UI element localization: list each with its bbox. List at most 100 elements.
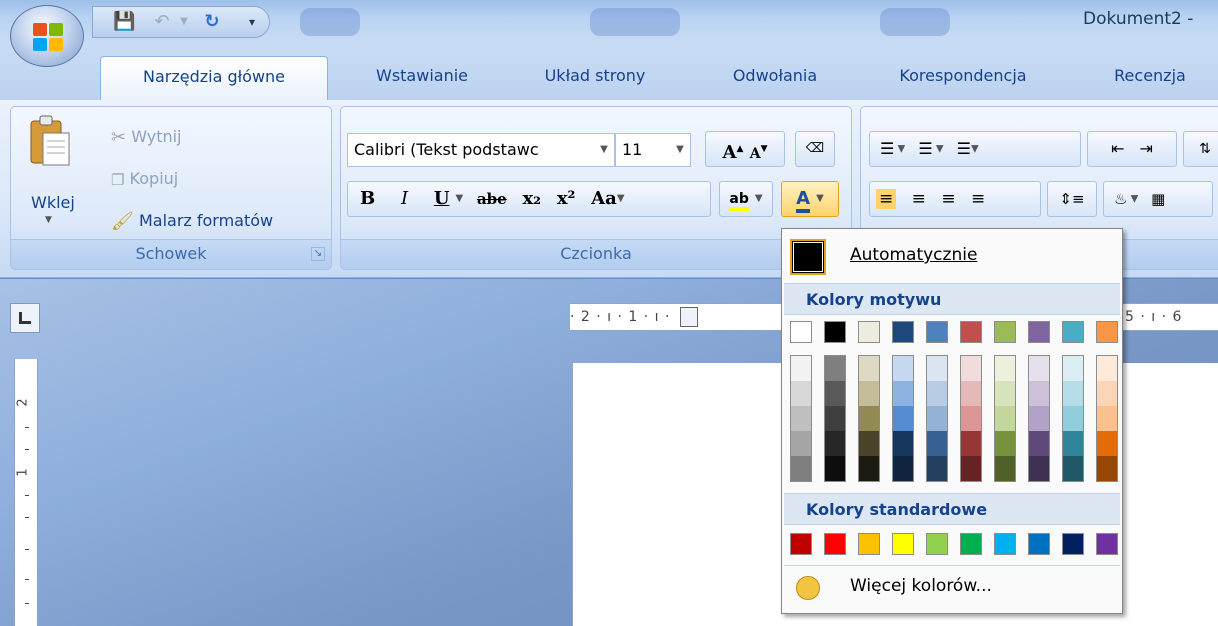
shrink-font-button[interactable]: A <box>750 146 761 162</box>
change-case-dropdown-icon[interactable]: ▼ <box>617 193 625 204</box>
format-painter-button[interactable]: 🖌 Malarz formatów <box>111 205 273 237</box>
color-swatch[interactable] <box>961 406 981 431</box>
color-swatch[interactable] <box>995 381 1015 406</box>
tab-page-layout[interactable]: Układ strony <box>520 56 670 100</box>
standard-color-swatch[interactable] <box>1028 533 1050 555</box>
customize-qat-icon[interactable]: ▾ <box>241 11 263 33</box>
superscript-button[interactable]: x² <box>557 188 576 209</box>
multilevel-list-icon[interactable]: ☰ <box>957 139 971 158</box>
color-swatch[interactable] <box>893 406 913 431</box>
underline-button[interactable]: U <box>434 188 450 209</box>
decrease-indent-icon[interactable]: ⇤ <box>1111 139 1124 158</box>
standard-color-swatch[interactable] <box>858 533 880 555</box>
align-center-icon[interactable]: ≡ <box>912 189 926 209</box>
standard-color-swatch[interactable] <box>926 533 948 555</box>
color-swatch[interactable] <box>1029 406 1049 431</box>
color-swatch[interactable] <box>927 456 947 481</box>
change-case-button[interactable]: Aa <box>591 188 617 209</box>
align-right-icon[interactable]: ≡ <box>941 189 955 209</box>
color-swatch[interactable] <box>961 381 981 406</box>
color-swatch[interactable] <box>927 431 947 456</box>
align-left-icon[interactable]: ≡ <box>876 189 897 209</box>
save-icon[interactable]: 💾 <box>113 11 135 33</box>
clear-formatting-button[interactable]: ⌫ <box>795 131 835 167</box>
undo-dropdown-icon[interactable]: ▼ <box>173 11 195 33</box>
numbering-icon[interactable]: ☰ <box>918 139 932 158</box>
color-swatch[interactable] <box>825 356 845 381</box>
color-swatch[interactable] <box>1028 321 1050 343</box>
grow-font-button[interactable]: A <box>723 142 737 163</box>
color-swatch[interactable] <box>1063 456 1083 481</box>
vertical-ruler[interactable]: 2 1 <box>14 359 38 626</box>
color-swatch[interactable] <box>893 431 913 456</box>
more-colors-item[interactable]: Więcej kolorów... <box>784 565 1120 609</box>
color-swatch[interactable] <box>1029 381 1049 406</box>
color-swatch[interactable] <box>790 321 812 343</box>
cut-button[interactable]: ✂ Wytnij <box>111 121 182 153</box>
color-swatch[interactable] <box>961 431 981 456</box>
color-swatch[interactable] <box>824 321 846 343</box>
tab-home[interactable]: Narzędzia główne <box>100 56 328 100</box>
indent-marker-icon[interactable] <box>679 307 698 327</box>
numbering-dropdown-icon[interactable]: ▼ <box>933 144 944 155</box>
color-swatch[interactable] <box>825 431 845 456</box>
underline-dropdown-icon[interactable]: ▼ <box>456 193 464 204</box>
standard-color-swatch[interactable] <box>960 533 982 555</box>
multilevel-dropdown-icon[interactable]: ▼ <box>971 144 979 155</box>
font-size-combo[interactable]: 11 ▼ <box>615 133 691 167</box>
color-swatch[interactable] <box>1029 431 1049 456</box>
color-swatch[interactable] <box>1097 381 1117 406</box>
color-swatch[interactable] <box>859 456 879 481</box>
automatic-color-item[interactable]: Automatycznie <box>784 231 1120 281</box>
highlight-button[interactable]: ab ▼ <box>719 181 773 217</box>
tab-mailings[interactable]: Korespondencja <box>868 56 1058 100</box>
color-swatch[interactable] <box>960 321 982 343</box>
standard-color-swatch[interactable] <box>1096 533 1118 555</box>
color-swatch[interactable] <box>995 431 1015 456</box>
color-swatch[interactable] <box>1029 456 1049 481</box>
subscript-button[interactable]: x₂ <box>522 188 541 209</box>
color-swatch[interactable] <box>1097 456 1117 481</box>
color-swatch[interactable] <box>1096 321 1118 343</box>
shading-dropdown-icon[interactable]: ▼ <box>1127 194 1139 205</box>
color-swatch[interactable] <box>893 356 913 381</box>
color-swatch[interactable] <box>927 406 947 431</box>
justify-icon[interactable]: ≡ <box>971 189 985 209</box>
color-swatch[interactable] <box>995 406 1015 431</box>
italic-button[interactable]: I <box>401 188 408 209</box>
color-swatch[interactable] <box>893 456 913 481</box>
color-swatch[interactable] <box>859 406 879 431</box>
standard-color-swatch[interactable] <box>824 533 846 555</box>
color-swatch[interactable] <box>791 381 811 406</box>
color-swatch[interactable] <box>926 321 948 343</box>
tab-insert[interactable]: Wstawianie <box>352 56 492 100</box>
color-swatch[interactable] <box>859 431 879 456</box>
color-swatch[interactable] <box>1063 356 1083 381</box>
standard-color-swatch[interactable] <box>892 533 914 555</box>
standard-color-swatch[interactable] <box>1062 533 1084 555</box>
strikethrough-button[interactable]: abe <box>477 190 507 208</box>
tab-review[interactable]: Recenzja <box>1090 56 1210 100</box>
color-swatch[interactable] <box>791 456 811 481</box>
increase-indent-icon[interactable]: ⇥ <box>1140 139 1153 158</box>
standard-color-swatch[interactable] <box>790 533 812 555</box>
sort-button[interactable]: ⇅ <box>1183 131 1218 167</box>
bullets-icon[interactable]: ☰ <box>880 139 894 158</box>
color-swatch[interactable] <box>859 356 879 381</box>
color-swatch[interactable] <box>892 321 914 343</box>
color-swatch[interactable] <box>893 381 913 406</box>
color-swatch[interactable] <box>825 456 845 481</box>
copy-button[interactable]: ❐ Kopiuj <box>111 163 178 195</box>
color-swatch[interactable] <box>1097 406 1117 431</box>
color-swatch[interactable] <box>791 431 811 456</box>
line-spacing-button[interactable]: ⇕≡ <box>1047 181 1097 217</box>
color-swatch[interactable] <box>961 356 981 381</box>
color-swatch[interactable] <box>825 406 845 431</box>
shading-icon[interactable]: ♨ <box>1114 190 1127 208</box>
color-swatch[interactable] <box>995 456 1015 481</box>
clipboard-launcher-icon[interactable]: ↘ <box>311 247 325 261</box>
font-name-combo[interactable]: Calibri (Tekst podstawc ▼ <box>347 133 615 167</box>
color-swatch[interactable] <box>1063 431 1083 456</box>
tab-references[interactable]: Odwołania <box>700 56 850 100</box>
color-swatch[interactable] <box>927 381 947 406</box>
